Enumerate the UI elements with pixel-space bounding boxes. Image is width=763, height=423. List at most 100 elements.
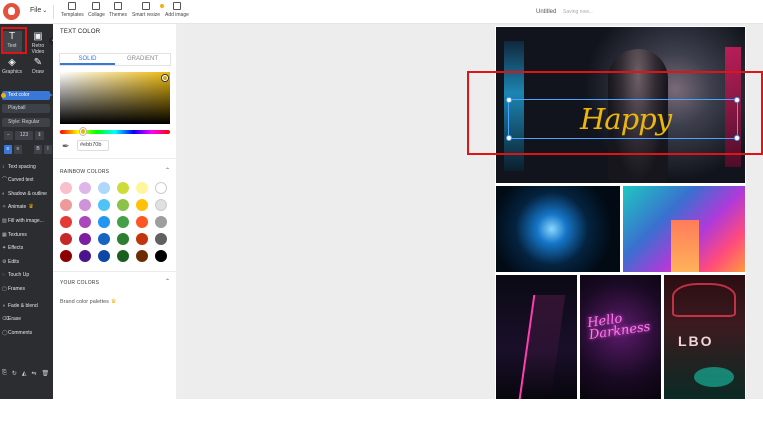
menu-item-touch-up[interactable]: ◌ Touch Up	[2, 271, 29, 279]
hue-slider[interactable]	[60, 128, 170, 135]
tab-gradient[interactable]: GRADIENT	[115, 54, 170, 65]
color-swatch[interactable]	[60, 216, 72, 228]
color-swatch[interactable]	[117, 233, 129, 245]
color-swatch[interactable]	[155, 182, 167, 194]
color-swatch[interactable]	[98, 199, 110, 211]
style-select-value: Style: Regular	[8, 119, 40, 125]
collage-photo-tunnel[interactable]	[496, 186, 620, 272]
tab-solid[interactable]: SOLID	[60, 54, 115, 65]
menu-item-erase[interactable]: ⌫ Erase	[2, 315, 21, 323]
edits-icon: ⚙	[2, 259, 7, 265]
menu-item-edits[interactable]: ⚙ Edits	[2, 258, 19, 266]
color-swatch[interactable]	[117, 199, 129, 211]
menu-item-frames[interactable]: ▢ Frames	[2, 285, 25, 293]
color-swatch[interactable]	[98, 250, 110, 262]
color-picker-area[interactable]	[60, 72, 170, 124]
menu-item-textures[interactable]: ▦ Textures	[2, 231, 27, 239]
smart-resize-button[interactable]: Smart resize	[132, 2, 165, 18]
size-stepper[interactable]: ⇕	[35, 131, 44, 140]
templates-button[interactable]: Templates	[61, 2, 84, 18]
menu-item-label: Touch Up	[8, 272, 30, 278]
retro-video-button[interactable]: ▣ Retro Video	[27, 31, 49, 55]
size-input[interactable]: 123	[15, 131, 33, 140]
refresh-icon[interactable]: ↻	[12, 370, 17, 377]
text-color-option[interactable]: Text color	[1, 91, 53, 100]
color-swatch[interactable]	[136, 199, 148, 211]
color-swatch[interactable]	[98, 182, 110, 194]
align-left-icon[interactable]: ≡	[4, 145, 12, 154]
menu-item-curved-text[interactable]: ⌒ Curved text	[2, 176, 34, 184]
color-swatch[interactable]	[136, 182, 148, 194]
add-image-label: Add image	[165, 12, 189, 18]
bold-icon[interactable]: B	[34, 145, 42, 154]
color-swatch[interactable]	[136, 250, 148, 262]
picker-cursor[interactable]	[162, 75, 168, 81]
italic-icon[interactable]: I	[44, 145, 52, 154]
color-swatch[interactable]	[136, 233, 148, 245]
camera-icon: ▣	[33, 31, 43, 42]
style-select[interactable]: Style: Regular	[2, 118, 50, 127]
align-row: ≡ ≡ B I	[4, 145, 52, 154]
size-decrease-button[interactable]: −	[4, 131, 13, 140]
collage-photo-neon-wall[interactable]: LBO	[664, 275, 745, 399]
app-logo[interactable]	[3, 3, 20, 20]
divider	[53, 158, 177, 159]
color-swatch[interactable]	[60, 182, 72, 194]
collage-photo-corridor[interactable]	[623, 186, 745, 272]
draw-button[interactable]: ✎ Draw	[27, 57, 49, 79]
color-swatch[interactable]	[136, 216, 148, 228]
menu-item-text-spacing[interactable]: ↕ Text spacing	[2, 163, 36, 171]
menu-item-fade-blend[interactable]: ◑ Fade & blend	[2, 302, 38, 310]
color-swatch[interactable]	[60, 250, 72, 262]
menu-item-shadow-outline[interactable]: ◐ Shadow & outline	[2, 190, 47, 198]
color-swatch[interactable]	[79, 216, 91, 228]
menu-item-animate[interactable]: ✧ Animate ♛	[2, 203, 34, 211]
font-select[interactable]: Playball	[2, 104, 50, 113]
color-swatch[interactable]	[60, 199, 72, 211]
menu-item-comments[interactable]: ◯ Comments	[2, 329, 32, 337]
flip-icon[interactable]: ⇋	[31, 370, 36, 377]
chevron-up-icon[interactable]: ⌃	[165, 278, 170, 285]
align-center-icon[interactable]: ≡	[14, 145, 22, 154]
themes-button[interactable]: Themes	[109, 2, 127, 18]
color-swatch[interactable]	[60, 233, 72, 245]
trash-icon[interactable]: 🗑	[42, 370, 50, 377]
color-swatch[interactable]	[98, 233, 110, 245]
copy-icon[interactable]: ⎘	[2, 370, 7, 377]
color-swatch[interactable]	[79, 250, 91, 262]
file-menu[interactable]: File⌄	[30, 7, 47, 14]
touch-up-icon: ◌	[2, 272, 5, 278]
color-swatch[interactable]	[117, 182, 129, 194]
eyedropper-icon[interactable]: ✒	[62, 141, 70, 152]
hex-input[interactable]: #ebb70b	[77, 140, 109, 151]
graphics-button[interactable]: ◈ Graphics	[0, 57, 24, 79]
color-swatch[interactable]	[155, 199, 167, 211]
hue-slider-handle[interactable]	[80, 128, 86, 135]
collage-photo-building[interactable]	[496, 275, 577, 399]
color-swatch[interactable]	[155, 250, 167, 262]
text-color-label: Text color	[8, 92, 30, 98]
layers-icon[interactable]: ◭	[22, 370, 27, 377]
color-swatch[interactable]	[117, 250, 129, 262]
color-swatch[interactable]	[79, 233, 91, 245]
color-swatch[interactable]	[79, 182, 91, 194]
color-swatch[interactable]	[155, 233, 167, 245]
color-swatch[interactable]	[117, 216, 129, 228]
premium-crown-icon	[160, 4, 165, 8]
collage-photo-neon-sign[interactable]: Hello Darkness	[580, 275, 661, 399]
neon-sign-text: Hello Darkness	[586, 311, 652, 343]
collage-button[interactable]: Collage	[88, 2, 105, 18]
wall-letters: LBO	[678, 333, 714, 349]
document-title[interactable]: Untitled	[536, 9, 556, 15]
chevron-up-icon[interactable]: ⌃	[165, 167, 170, 174]
color-swatch[interactable]	[79, 199, 91, 211]
color-swatch[interactable]	[155, 216, 167, 228]
animate-icon: ✧	[2, 204, 7, 210]
brand-palettes-link[interactable]: Brand color palettes ♛	[60, 298, 116, 305]
menu-item-label: Curved text	[8, 177, 34, 183]
add-image-button[interactable]: Add image	[165, 2, 189, 18]
menu-item-fill-with-image[interactable]: ▨ Fill with image...	[2, 217, 44, 225]
top-bar: File⌄ Templates Collage Themes Smart res…	[0, 0, 763, 24]
menu-item-effects[interactable]: ✦ Effects	[2, 244, 23, 252]
color-swatch[interactable]	[98, 216, 110, 228]
